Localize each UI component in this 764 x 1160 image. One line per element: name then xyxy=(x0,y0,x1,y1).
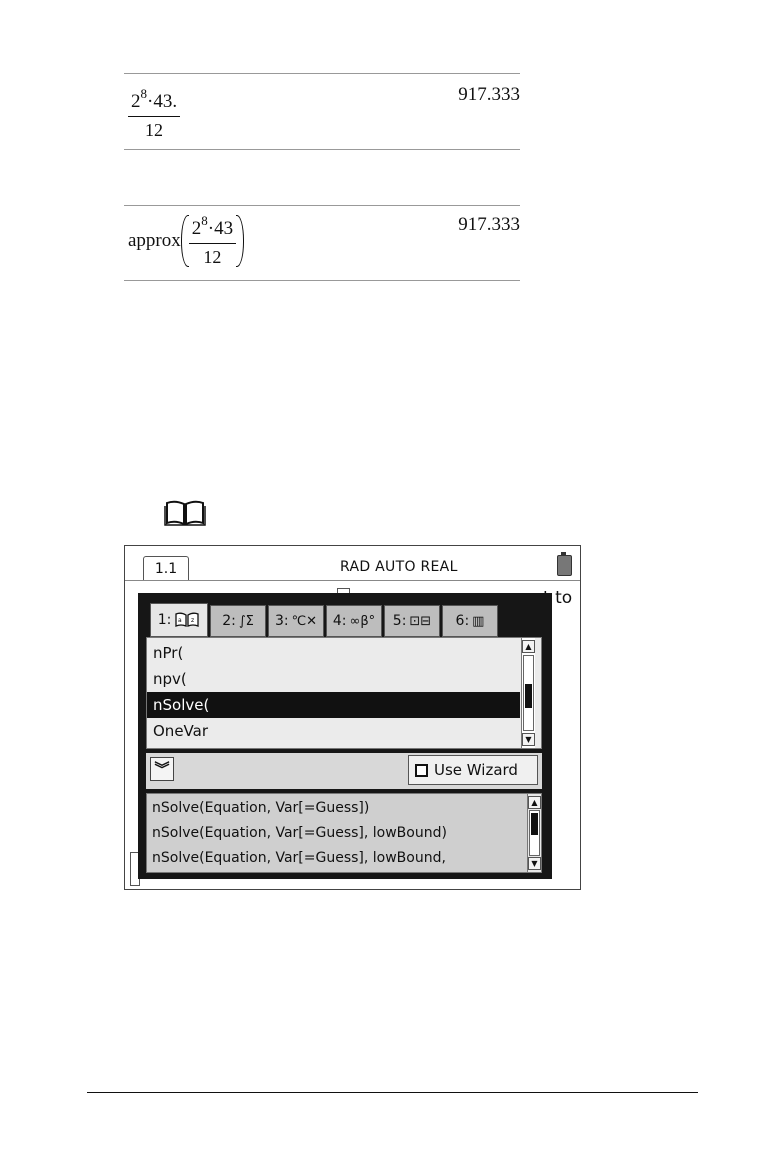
math-templates-icon: ∫Σ xyxy=(238,613,254,629)
unit-conversion-icon: ℃✕ xyxy=(291,613,318,629)
catalog-tab-2[interactable]: 2: ∫Σ xyxy=(210,605,266,637)
history-rule-top xyxy=(124,73,520,74)
alphabetical-book-icon: a z xyxy=(175,612,199,627)
scroll-track[interactable] xyxy=(523,655,534,731)
catalog-tab-5[interactable]: 5: ⊡⊟ xyxy=(384,605,440,637)
scroll-thumb[interactable] xyxy=(525,684,532,708)
help-line: nSolve(Equation, Var[=Guess]) xyxy=(152,800,370,816)
mode-indicator: RAD AUTO REAL xyxy=(340,559,458,575)
catalog-tab-1[interactable]: 1: a z xyxy=(150,603,208,637)
fraction: 28·43 12 xyxy=(188,213,237,268)
open-book-icon xyxy=(164,500,206,526)
history-expression-2: approx 28·43 12 xyxy=(128,213,245,268)
fraction: 28·43. 12 xyxy=(128,86,181,141)
catalog-toolbar: ︾ Use Wizard xyxy=(146,753,542,789)
history-result-2: 917.333 xyxy=(458,214,520,235)
catalog-dialog: 1: a z 2: ∫Σ 3: ℃✕ 4: ∞β° 5: ⊡⊟ 6: ▥ nPr… xyxy=(138,593,552,879)
denominator: 12 xyxy=(145,120,164,140)
svg-text:a: a xyxy=(178,617,182,624)
syntax-help-panel: nSolve(Equation, Var[=Guess]) nSolve(Equ… xyxy=(146,793,542,873)
history-rule xyxy=(124,149,520,150)
checkbox-icon[interactable] xyxy=(415,763,428,777)
symbols-icon: ∞β° xyxy=(349,613,376,629)
footer-rule xyxy=(87,1092,698,1093)
catalog-tabs: 1: a z 2: ∫Σ 3: ℃✕ 4: ∞β° 5: ⊡⊟ 6: ▥ xyxy=(150,603,498,637)
tab-label: 3: xyxy=(274,613,289,629)
libraries-icon: ▥ xyxy=(472,613,485,629)
numerator: 28·43. xyxy=(128,86,181,117)
right-paren xyxy=(236,214,245,267)
battery-icon xyxy=(557,552,572,576)
use-wizard-label: Use Wizard xyxy=(434,761,518,779)
page-tab[interactable]: 1.1 xyxy=(143,556,189,581)
left-paren xyxy=(180,214,189,267)
numerator-rest: ·43 xyxy=(207,218,234,239)
list-item[interactable]: OneVar xyxy=(147,718,520,744)
scroll-down-icon[interactable]: ▼ xyxy=(522,733,535,746)
catalog-tab-3[interactable]: 3: ℃✕ xyxy=(268,605,324,637)
history-rule-bottom xyxy=(124,280,520,281)
expand-chevron-icon[interactable]: ︾ xyxy=(150,757,174,781)
history-rule xyxy=(124,205,520,206)
handheld-screen: 1.1 RAD AUTO REAL t to 1: a z 2: ∫Σ 3: ℃ xyxy=(124,545,581,890)
templates-icon: ⊡⊟ xyxy=(409,613,432,629)
tab-label: 1: xyxy=(157,612,172,628)
scroll-up-icon[interactable]: ▲ xyxy=(528,796,541,809)
catalog-tab-6[interactable]: 6: ▥ xyxy=(442,605,498,637)
denominator: 12 xyxy=(203,247,222,267)
history-result-1: 917.333 xyxy=(458,84,520,105)
list-item[interactable]: nPr( xyxy=(147,640,520,666)
tab-label: 2: xyxy=(222,613,236,629)
scroll-down-icon[interactable]: ▼ xyxy=(528,857,541,870)
help-line: nSolve(Equation, Var[=Guess], lowBound, xyxy=(152,850,446,866)
help-scrollbar[interactable]: ▲ ▼ xyxy=(527,794,541,872)
list-item[interactable]: npv( xyxy=(147,666,520,692)
numerator: 28·43 xyxy=(188,213,237,244)
tab-label: 5: xyxy=(392,613,407,629)
list-item-selected[interactable]: nSolve( xyxy=(147,692,520,718)
catalog-list: nPr( npv( nSolve( OneVar ▲ ▼ xyxy=(146,637,542,749)
tab-label: 6: xyxy=(455,613,470,629)
function-name: approx xyxy=(128,229,181,251)
svg-text:z: z xyxy=(191,617,194,624)
scroll-thumb[interactable] xyxy=(531,813,538,835)
help-line: nSolve(Equation, Var[=Guess], lowBound) xyxy=(152,825,447,841)
status-divider xyxy=(125,580,580,581)
list-scrollbar[interactable]: ▲ ▼ xyxy=(521,638,535,748)
base: 2 xyxy=(131,91,141,112)
base: 2 xyxy=(191,218,202,239)
numerator-rest: ·43. xyxy=(147,91,178,112)
catalog-tab-4[interactable]: 4: ∞β° xyxy=(326,605,382,637)
history-expression-1: 28·43. 12 xyxy=(128,86,181,141)
scroll-up-icon[interactable]: ▲ xyxy=(522,640,535,653)
tab-label: 4: xyxy=(332,613,347,629)
use-wizard-checkbox[interactable]: Use Wizard xyxy=(408,755,538,785)
scroll-track[interactable] xyxy=(529,810,540,856)
